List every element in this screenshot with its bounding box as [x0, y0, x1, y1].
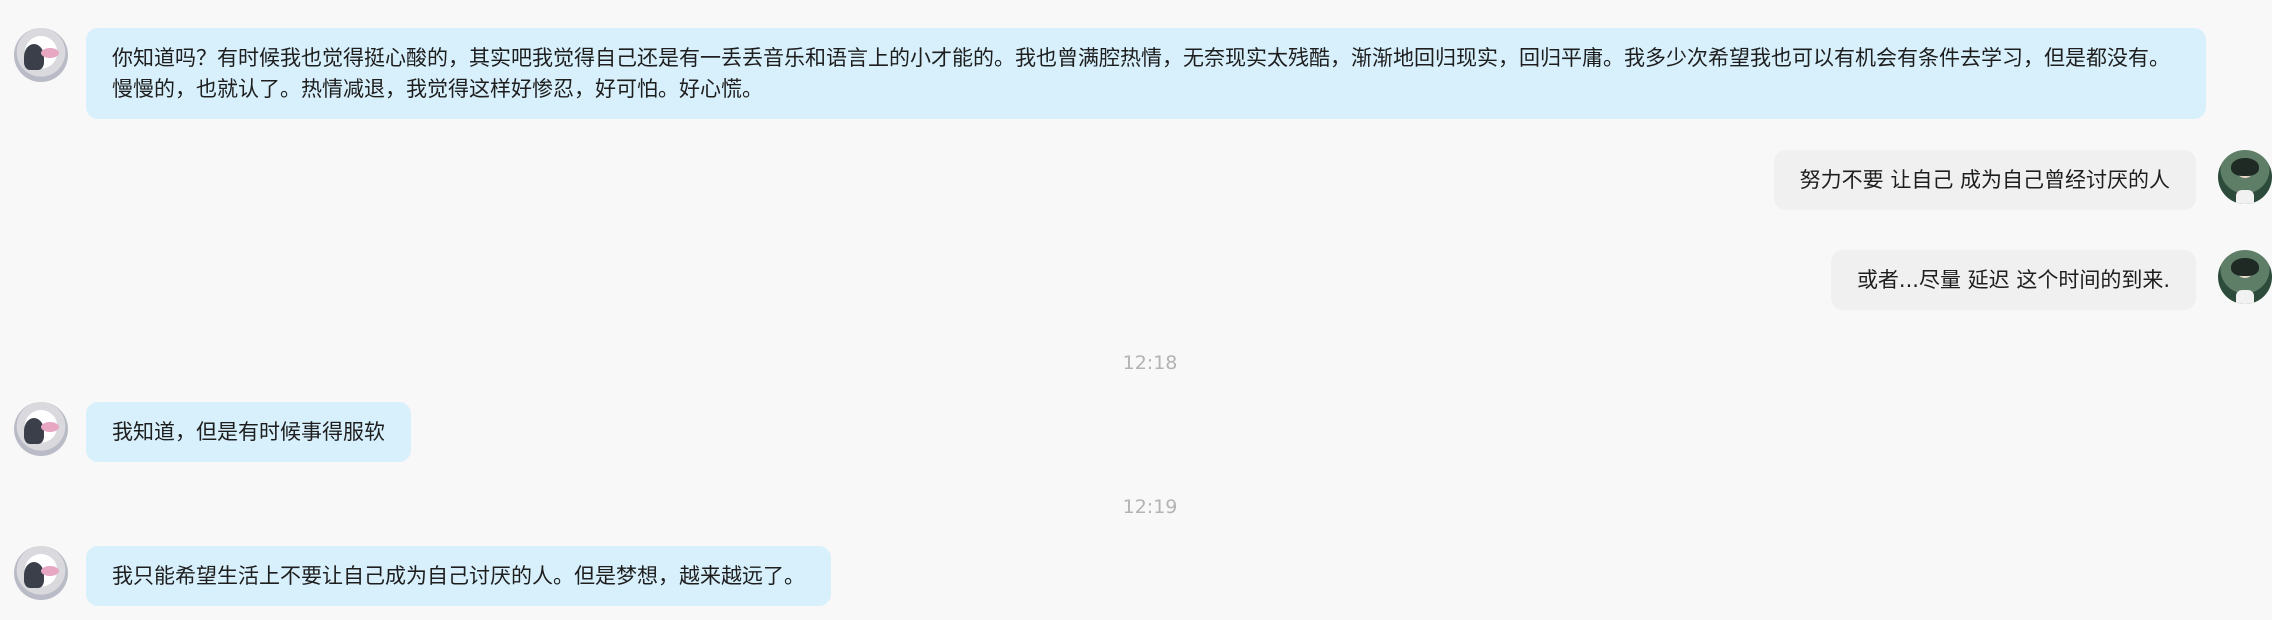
message-row-outgoing: 或者...尽量 延迟 这个时间的到来. — [1830, 250, 2272, 310]
message-timestamp: 12:18 — [1122, 352, 1178, 374]
user-avatar[interactable] — [2218, 250, 2272, 304]
contact-avatar[interactable] — [14, 402, 68, 456]
message-bubble-outgoing[interactable]: 或者...尽量 延迟 这个时间的到来. — [1830, 250, 2196, 310]
contact-avatar[interactable] — [14, 546, 68, 600]
user-avatar[interactable] — [2218, 150, 2272, 204]
chat-transcript: 你知道吗？有时候我也觉得挺心酸的，其实吧我觉得自己还是有一丢丢音乐和语言上的小才… — [0, 0, 2272, 620]
message-bubble-incoming[interactable]: 你知道吗？有时候我也觉得挺心酸的，其实吧我觉得自己还是有一丢丢音乐和语言上的小才… — [86, 28, 2206, 119]
contact-avatar[interactable] — [14, 28, 68, 82]
message-timestamp: 12:19 — [1122, 496, 1178, 518]
message-row-incoming: 你知道吗？有时候我也觉得挺心酸的，其实吧我觉得自己还是有一丢丢音乐和语言上的小才… — [14, 28, 2206, 119]
message-bubble-incoming[interactable]: 我只能希望生活上不要让自己成为自己讨厌的人。但是梦想，越来越远了。 — [86, 546, 831, 606]
message-row-incoming: 我知道，但是有时候事得服软 — [14, 402, 411, 462]
message-bubble-outgoing[interactable]: 努力不要 让自己 成为自己曾经讨厌的人 — [1773, 150, 2196, 210]
message-row-incoming: 我只能希望生活上不要让自己成为自己讨厌的人。但是梦想，越来越远了。 — [14, 546, 831, 606]
message-bubble-incoming[interactable]: 我知道，但是有时候事得服软 — [86, 402, 411, 462]
message-row-outgoing: 努力不要 让自己 成为自己曾经讨厌的人 — [1773, 150, 2272, 210]
